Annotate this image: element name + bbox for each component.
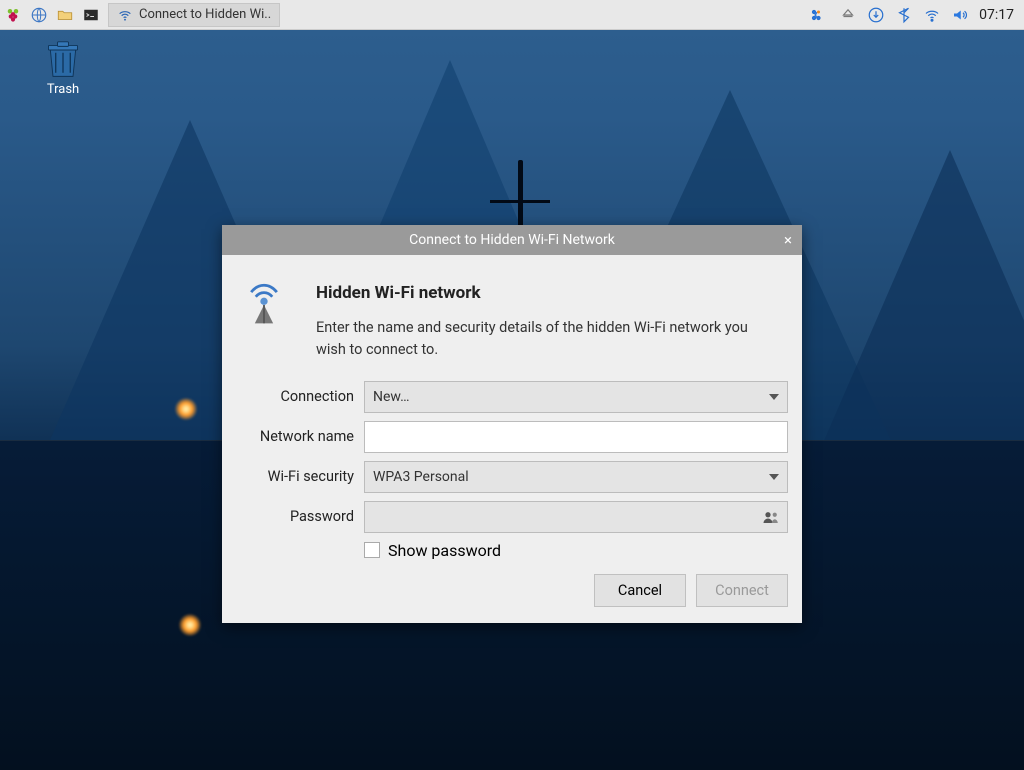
label-wifi-security: Wi-Fi security: [236, 468, 364, 485]
system-tray: [801, 6, 979, 24]
chevron-down-icon: [769, 474, 779, 480]
taskbar-window-entry[interactable]: Connect to Hidden Wi..: [108, 3, 280, 27]
terminal-launcher[interactable]: [78, 0, 104, 30]
clock[interactable]: 07:17: [979, 7, 1024, 23]
dialog-heading: Hidden Wi-Fi network: [316, 283, 756, 303]
taskbar-window-label: Connect to Hidden Wi..: [139, 7, 271, 22]
volume-icon[interactable]: [951, 6, 969, 24]
terminal-icon: [82, 6, 100, 24]
security-select[interactable]: WPA3 Personal: [364, 461, 788, 493]
connection-select[interactable]: New…: [364, 381, 788, 413]
raspberry-icon: [4, 6, 22, 24]
chevron-down-icon: [769, 394, 779, 400]
dialog-title: Connect to Hidden Wi-Fi Network: [409, 232, 615, 248]
web-browser-launcher[interactable]: [26, 0, 52, 30]
dialog-titlebar[interactable]: Connect to Hidden Wi-Fi Network ×: [222, 225, 802, 255]
label-show-password: Show password: [388, 541, 501, 560]
close-icon[interactable]: ×: [784, 231, 792, 249]
wifi-window-icon: [117, 7, 133, 23]
cancel-button[interactable]: Cancel: [594, 574, 686, 607]
desktop-icon-label: Trash: [38, 82, 88, 97]
menu-button[interactable]: [0, 0, 26, 30]
wifi-icon[interactable]: [923, 6, 941, 24]
users-icon[interactable]: [762, 509, 780, 525]
security-select-value: WPA3 Personal: [373, 469, 469, 485]
show-password-checkbox[interactable]: [364, 542, 380, 558]
eject-icon[interactable]: [839, 6, 857, 24]
label-network-name: Network name: [236, 428, 364, 445]
password-input[interactable]: [364, 501, 788, 533]
connect-button[interactable]: Connect: [696, 574, 788, 607]
bluetooth-icon[interactable]: [895, 6, 913, 24]
globe-icon: [30, 6, 48, 24]
network-name-input[interactable]: [364, 421, 788, 453]
antenna-icon: [242, 283, 286, 327]
dialog-hidden-wifi: Connect to Hidden Wi-Fi Network × Hidden…: [222, 225, 802, 623]
desktop-icon-trash[interactable]: Trash: [38, 40, 88, 97]
label-connection: Connection: [236, 388, 364, 405]
file-manager-launcher[interactable]: [52, 0, 78, 30]
download-icon[interactable]: [867, 6, 885, 24]
tray-shuffle-icon[interactable]: [811, 6, 829, 24]
dialog-description: Enter the name and security details of t…: [316, 317, 756, 361]
connection-select-value: New…: [373, 389, 409, 405]
taskbar: Connect to Hidden Wi.. 07:17: [0, 0, 1024, 30]
folder-icon: [56, 6, 74, 24]
trash-icon: [44, 40, 82, 80]
label-password: Password: [236, 508, 364, 525]
